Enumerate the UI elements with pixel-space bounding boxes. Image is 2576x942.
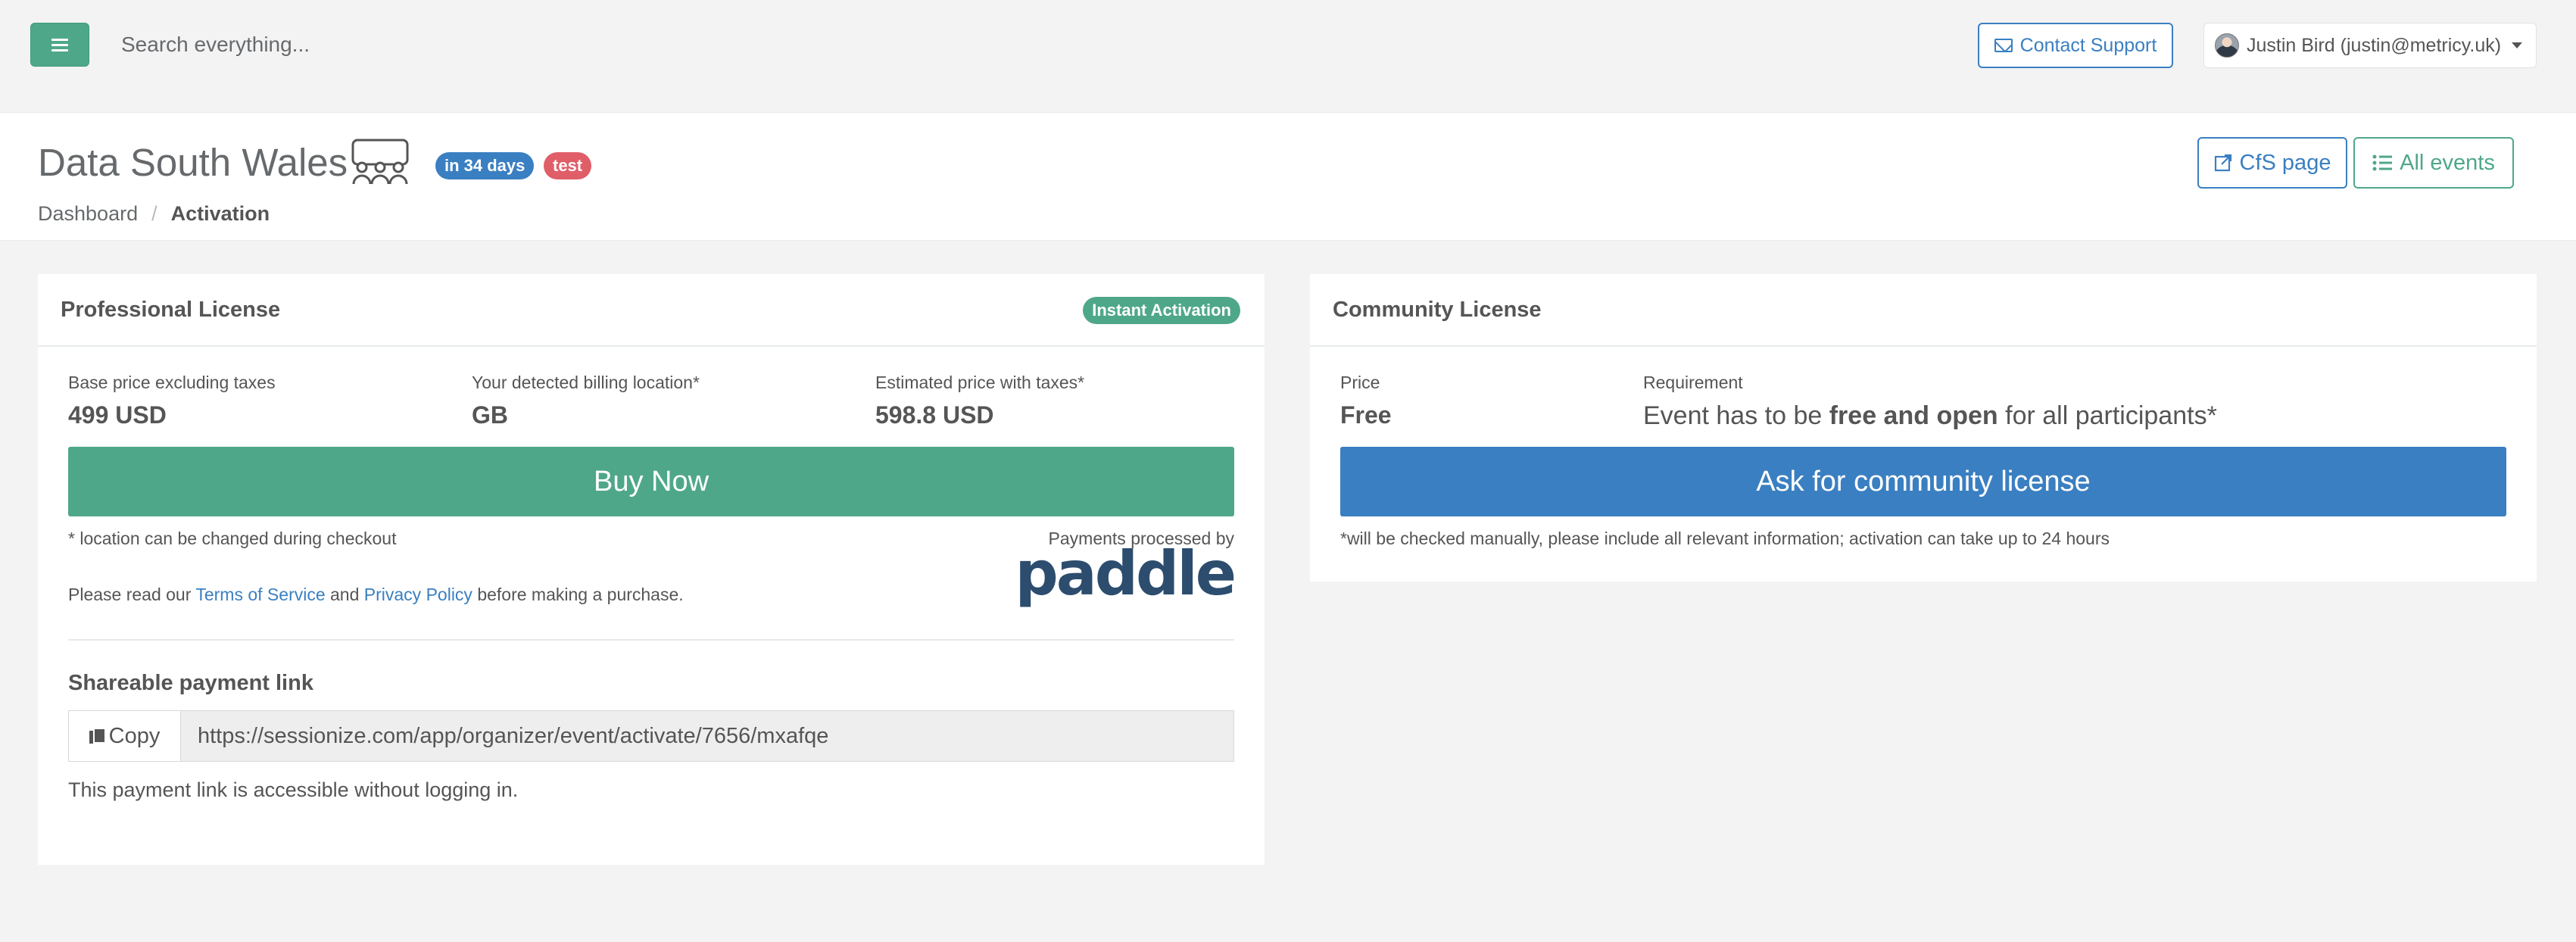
terms-of-service-link[interactable]: Terms of Service	[195, 585, 325, 604]
panel-header: Professional License Instant Activation	[38, 274, 1265, 347]
list-icon	[2372, 154, 2393, 171]
payment-link-input[interactable]	[180, 710, 1234, 762]
buy-now-button[interactable]: Buy Now	[68, 447, 1234, 516]
instant-activation-badge: Instant Activation	[1083, 297, 1240, 324]
estimated-price-label: Estimated price with taxes*	[875, 373, 1085, 392]
billing-location-label: Your detected billing location*	[472, 373, 700, 392]
community-note: *will be checked manually, please includ…	[1340, 529, 2110, 548]
requirement-prefix: Event has to be	[1643, 401, 1829, 430]
envelope-icon	[1994, 39, 2013, 52]
breadcrumb-current: Activation	[170, 202, 270, 225]
breadcrumb-separator: /	[151, 202, 157, 225]
ask-community-license-button[interactable]: Ask for community license	[1340, 447, 2506, 516]
professional-license-panel: Professional License Instant Activation …	[38, 274, 1265, 865]
all-events-label: All events	[2400, 150, 2495, 175]
top-navbar: Contact Support Justin Bird (justin@metr…	[0, 0, 2576, 112]
test-badge: test	[544, 152, 592, 179]
copy-label: Copy	[108, 723, 161, 748]
divider	[68, 639, 1234, 641]
requirement-suffix: for all participants*	[1997, 401, 2217, 430]
requirement-value: Event has to be free and open for all pa…	[1643, 401, 2217, 431]
base-price-label: Base price excluding taxes	[68, 373, 276, 392]
menu-toggle-button[interactable]	[30, 23, 89, 67]
payment-link-group: Copy	[68, 710, 1234, 762]
user-label: Justin Bird (justin@metricy.uk)	[2247, 34, 2502, 56]
base-price-value: 499 USD	[68, 401, 167, 429]
price-value: Free	[1340, 401, 1392, 429]
group-people-icon	[351, 139, 409, 185]
user-menu-button[interactable]: Justin Bird (justin@metricy.uk)	[2203, 23, 2537, 68]
terms-line: Please read our Terms of Service and Pri…	[68, 585, 684, 605]
search-input[interactable]	[121, 23, 803, 67]
page-heading: Data South Wales in 34 days test Dashboa…	[0, 112, 2576, 241]
contact-support-label: Contact Support	[2019, 34, 2157, 56]
privacy-policy-link[interactable]: Privacy Policy	[364, 585, 472, 604]
panel-title: Professional License	[61, 297, 281, 322]
location-note: * location can be changed during checkou…	[68, 529, 397, 548]
terms-suffix: before making a purchase.	[472, 585, 684, 604]
payment-link-note: This payment link is accessible without …	[68, 778, 519, 801]
breadcrumb: Dashboard / Activation	[38, 202, 270, 226]
avatar	[2215, 33, 2239, 58]
caret-down-icon	[2512, 42, 2523, 48]
share-link-title: Shareable payment link	[68, 671, 313, 695]
breadcrumb-dashboard-link[interactable]: Dashboard	[38, 202, 138, 226]
community-license-panel: Community License Price Free Requirement…	[1310, 274, 2537, 582]
copy-icon	[89, 728, 106, 744]
contact-support-button[interactable]: Contact Support	[1978, 23, 2173, 68]
cfs-page-button[interactable]: CfS page	[2197, 137, 2347, 189]
all-events-button[interactable]: All events	[2353, 137, 2514, 189]
date-badge: in 34 days	[435, 152, 535, 179]
requirement-emphasis: free and open	[1829, 401, 1998, 430]
panel-title: Community License	[1333, 297, 1542, 322]
page-title: Data South Wales	[38, 141, 348, 184]
billing-location-value: GB	[472, 401, 508, 429]
paddle-logo: paddle	[1015, 538, 1237, 609]
estimated-price-value: 598.8 USD	[875, 401, 994, 429]
cfs-page-label: CfS page	[2239, 150, 2331, 175]
terms-prefix: Please read our	[68, 585, 196, 604]
price-label: Price	[1340, 373, 1380, 392]
external-link-icon	[2214, 154, 2231, 172]
panel-header: Community License	[1310, 274, 2537, 347]
terms-and: and	[325, 585, 364, 604]
requirement-label: Requirement	[1643, 373, 1743, 392]
copy-link-button[interactable]: Copy	[68, 710, 180, 762]
hamburger-icon	[51, 39, 68, 51]
